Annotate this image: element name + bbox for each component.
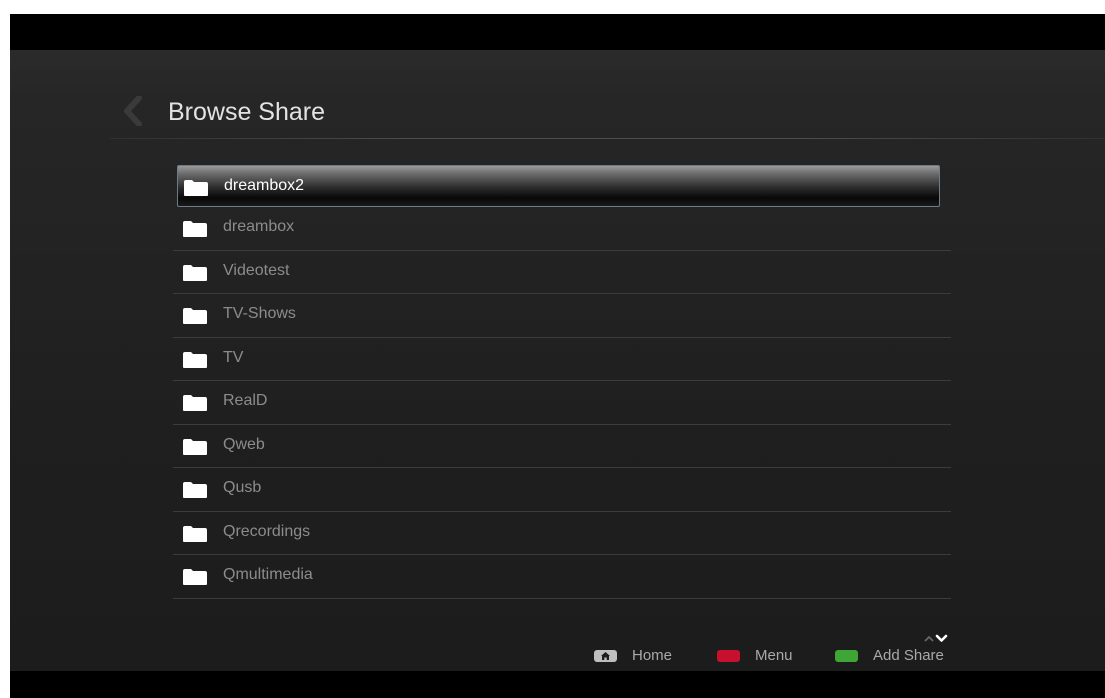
title-divider <box>110 138 1105 139</box>
tv-screen: Browse Share dreambox2 dreambox Videotes… <box>10 14 1105 698</box>
folder-icon <box>183 395 207 411</box>
folder-icon <box>183 264 207 281</box>
menu-button[interactable]: Menu <box>717 647 793 664</box>
list-item[interactable]: Videotest <box>173 251 951 294</box>
list-item[interactable]: Qweb <box>173 425 951 468</box>
chevron-left-icon[interactable] <box>122 96 146 126</box>
share-list: dreambox2 dreambox Videotest TV-Shows TV… <box>173 165 951 599</box>
list-item-label: Qusb <box>223 479 262 496</box>
list-item[interactable]: dreambox <box>173 207 951 251</box>
add-share-label: Add Share <box>873 647 944 664</box>
list-item[interactable]: Qrecordings <box>173 512 951 555</box>
home-button[interactable]: Home <box>594 647 672 664</box>
list-item-label: dreambox <box>223 218 295 235</box>
folder-icon <box>183 569 207 585</box>
footer-bar: Home Menu Add Share <box>10 647 1105 669</box>
folder-icon <box>183 525 207 542</box>
red-key-icon <box>717 649 740 662</box>
list-item[interactable]: Qmultimedia <box>173 555 951 599</box>
folder-icon <box>183 351 207 368</box>
list-item-label: TV <box>223 348 244 366</box>
list-item[interactable]: TV-Shows <box>173 294 951 338</box>
list-item-label: Qmultimedia <box>223 566 313 583</box>
list-item-label: dreambox2 <box>224 177 305 194</box>
list-item[interactable]: Qusb <box>173 468 951 512</box>
menu-label: Menu <box>755 647 793 664</box>
browse-panel: Browse Share dreambox2 dreambox Videotes… <box>10 50 1105 671</box>
list-item-label: Qweb <box>223 435 265 453</box>
list-item-label: TV-Shows <box>223 305 296 322</box>
folder-icon <box>183 221 207 237</box>
home-label: Home <box>632 647 673 664</box>
folder-icon <box>183 438 207 455</box>
list-item[interactable]: RealD <box>173 381 951 425</box>
list-item[interactable]: dreambox2 <box>177 165 940 207</box>
list-item-label: Videotest <box>223 261 290 279</box>
folder-icon <box>183 308 207 324</box>
folder-icon <box>184 180 208 196</box>
home-icon <box>594 649 617 662</box>
folder-icon <box>183 482 207 498</box>
list-item-label: Qrecordings <box>223 522 311 540</box>
page-title: Browse Share <box>168 98 326 126</box>
add-share-button[interactable]: Add Share <box>835 647 944 664</box>
scroll-up-down-icon[interactable] <box>920 633 950 647</box>
green-key-icon <box>835 649 858 662</box>
list-item-label: RealD <box>223 392 268 409</box>
list-item[interactable]: TV <box>173 338 951 381</box>
